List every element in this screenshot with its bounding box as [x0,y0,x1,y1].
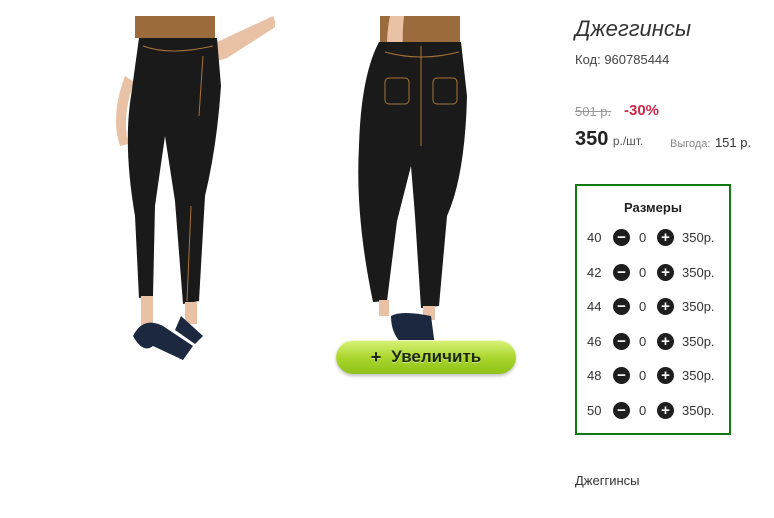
minus-icon: − [617,366,626,384]
quantity-value: 0 [639,264,647,280]
decrease-quantity-button[interactable]: − [613,228,630,246]
size-price: 350р. [682,298,715,314]
size-row: 50 − 0 + 350р. [577,400,729,420]
size-price: 350р. [682,402,715,418]
decrease-quantity-button[interactable]: − [613,332,630,350]
sizes-panel: Размеры 40 − 0 + 350р. 42 − 0 + 350р. 44… [575,184,731,435]
size-label: 44 [587,298,602,314]
quantity-value: 0 [639,229,647,245]
size-row: 46 − 0 + 350р. [577,331,729,351]
plus-icon: + [661,263,670,281]
product-photo-back[interactable] [335,16,515,346]
size-price: 350р. [682,367,715,383]
size-row: 42 − 0 + 350р. [577,262,729,282]
quantity-value: 0 [639,298,647,314]
savings-value: 151 р. [714,135,752,150]
size-price: 350р. [682,333,715,349]
decrease-quantity-button[interactable]: − [613,297,630,315]
decrease-quantity-button[interactable]: − [613,401,630,419]
minus-icon: − [617,332,626,350]
minus-icon: − [617,297,626,315]
size-row: 48 − 0 + 350р. [577,365,729,385]
savings: Выгода: 151 р. [670,134,751,152]
increase-quantity-button[interactable]: + [657,401,674,419]
minus-icon: − [617,263,626,281]
old-price: 501 р. [575,104,612,119]
product-description-name: Джеггинсы [575,473,640,488]
product-title: Джеггинсы [575,16,692,41]
price-value: 350 [575,128,609,150]
plus-icon: + [661,366,670,384]
plus-icon: + [661,297,670,315]
plus-icon: + [661,228,670,246]
quantity-value: 0 [639,367,647,383]
quantity-value: 0 [639,333,647,349]
size-label: 40 [587,229,602,245]
plus-icon: + [661,332,670,350]
size-row: 40 − 0 + 350р. [577,227,729,247]
zoom-button-label: Увеличить [391,347,482,366]
price-unit: р./шт. [612,134,644,148]
increase-quantity-button[interactable]: + [657,332,674,350]
plus-icon: + [661,401,670,419]
size-label: 48 [587,367,602,383]
current-price: 350 р./шт. [575,128,643,151]
increase-quantity-button[interactable]: + [657,366,674,384]
product-photo-front[interactable] [95,16,275,370]
increase-quantity-button[interactable]: + [657,228,674,246]
discount-badge: -30% [624,102,660,119]
minus-icon: − [617,401,626,419]
jeans-back-illustration [358,16,467,346]
product-code: Код: 960785444 [575,52,670,67]
size-label: 42 [587,264,602,280]
savings-label: Выгода: [670,138,711,150]
product-gallery: + Увеличить [0,0,560,518]
size-row: 44 − 0 + 350р. [577,296,729,316]
minus-icon: − [617,228,626,246]
jeans-front-illustration [116,16,275,360]
zoom-button[interactable]: + Увеличить [336,340,516,374]
quantity-value: 0 [639,402,647,418]
size-price: 350р. [682,229,715,245]
increase-quantity-button[interactable]: + [657,263,674,281]
product-info: Джеггинсы Код: 960785444 501 р. -30% 350… [575,0,774,518]
size-price: 350р. [682,264,715,280]
decrease-quantity-button[interactable]: − [613,263,630,281]
size-label: 46 [587,333,602,349]
decrease-quantity-button[interactable]: − [613,366,630,384]
size-label: 50 [587,402,602,418]
increase-quantity-button[interactable]: + [657,297,674,315]
plus-icon: + [370,346,382,367]
sizes-title: Размеры [624,200,682,215]
